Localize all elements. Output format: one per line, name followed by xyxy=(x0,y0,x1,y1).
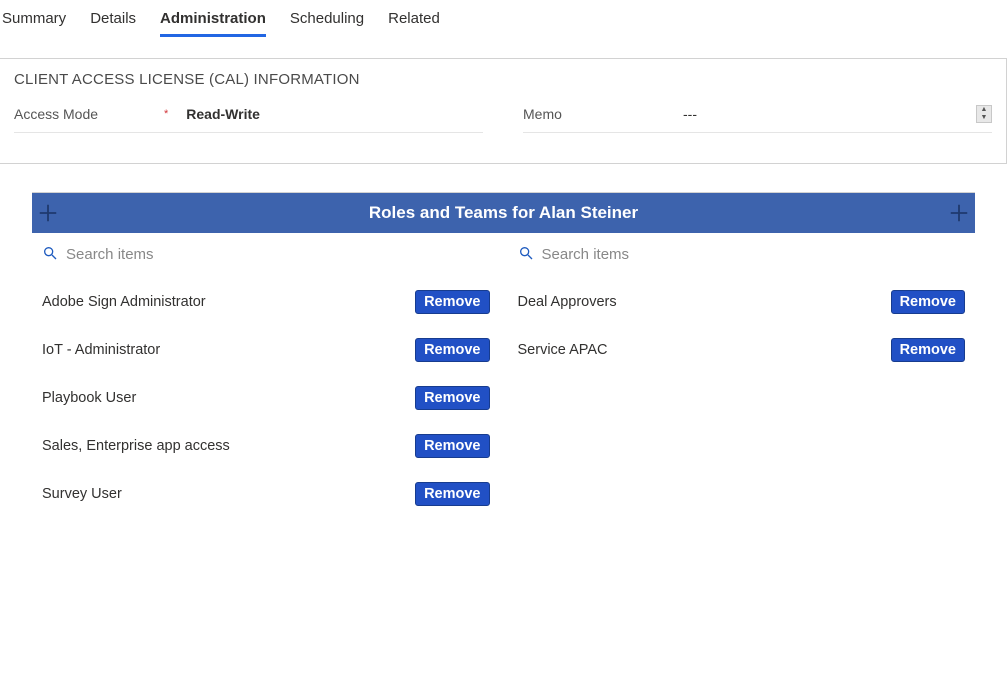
teams-column: Deal Approvers Remove Service APAC Remove xyxy=(514,241,970,518)
list-item: Survey User Remove xyxy=(38,470,494,518)
remove-button[interactable]: Remove xyxy=(415,386,489,410)
memo-label: Memo xyxy=(523,106,673,122)
list-item-label: Sales, Enterprise app access xyxy=(42,438,230,454)
search-icon xyxy=(518,245,534,264)
list-item: Adobe Sign Administrator Remove xyxy=(38,278,494,326)
remove-button[interactable]: Remove xyxy=(891,290,965,314)
remove-button[interactable]: Remove xyxy=(415,482,489,506)
required-indicator-icon: * xyxy=(164,108,168,120)
cal-section: CLIENT ACCESS LICENSE (CAL) INFORMATION … xyxy=(0,58,1007,164)
roles-teams-header: Roles and Teams for Alan Steiner xyxy=(32,193,975,233)
stepper-up-icon[interactable]: ▲ xyxy=(977,106,991,114)
list-item: Playbook User Remove xyxy=(38,374,494,422)
add-team-button[interactable] xyxy=(943,193,975,233)
list-item: Deal Approvers Remove xyxy=(514,278,970,326)
tab-bar: Summary Details Administration Schedulin… xyxy=(0,0,1007,38)
remove-button[interactable]: Remove xyxy=(415,434,489,458)
list-item-label: IoT - Administrator xyxy=(42,342,160,358)
tab-administration[interactable]: Administration xyxy=(160,6,266,37)
roles-search-row xyxy=(38,241,494,278)
roles-search-input[interactable] xyxy=(66,246,490,263)
list-item-label: Playbook User xyxy=(42,390,136,406)
plus-icon xyxy=(948,202,970,224)
remove-button[interactable]: Remove xyxy=(891,338,965,362)
access-mode-label: Access Mode xyxy=(14,106,164,122)
memo-stepper[interactable]: ▲ ▼ xyxy=(976,105,992,123)
list-item-label: Service APAC xyxy=(518,342,608,358)
list-item-label: Deal Approvers xyxy=(518,294,617,310)
list-item: Sales, Enterprise app access Remove xyxy=(38,422,494,470)
tab-scheduling[interactable]: Scheduling xyxy=(290,6,364,37)
add-role-button[interactable] xyxy=(32,193,64,233)
memo-field[interactable]: Memo --- ▲ ▼ xyxy=(523,106,992,133)
roles-teams-section: Roles and Teams for Alan Steiner Adobe S… xyxy=(32,192,975,526)
roles-column: Adobe Sign AdministratorRemoveIoT - Admi… xyxy=(38,241,494,518)
memo-value: --- xyxy=(673,106,992,122)
list-item: Service APAC Remove xyxy=(514,326,970,374)
tab-summary[interactable]: Summary xyxy=(2,6,66,37)
teams-search-row xyxy=(514,241,970,278)
search-icon xyxy=(42,245,58,264)
remove-button[interactable]: Remove xyxy=(415,290,489,314)
list-item-label: Adobe Sign Administrator xyxy=(42,294,206,310)
cal-section-title: CLIENT ACCESS LICENSE (CAL) INFORMATION xyxy=(14,71,992,88)
list-item: IoT - Administrator Remove xyxy=(38,326,494,374)
tab-related[interactable]: Related xyxy=(388,6,440,37)
access-mode-field[interactable]: Access Mode * Read-Write xyxy=(14,106,483,133)
remove-button[interactable]: Remove xyxy=(415,338,489,362)
plus-icon xyxy=(37,202,59,224)
tab-details[interactable]: Details xyxy=(90,6,136,37)
list-item-label: Survey User xyxy=(42,486,122,502)
access-mode-value: Read-Write xyxy=(186,106,483,122)
teams-search-input[interactable] xyxy=(542,246,966,263)
stepper-down-icon[interactable]: ▼ xyxy=(977,114,991,122)
roles-teams-title: Roles and Teams for Alan Steiner xyxy=(64,203,943,223)
